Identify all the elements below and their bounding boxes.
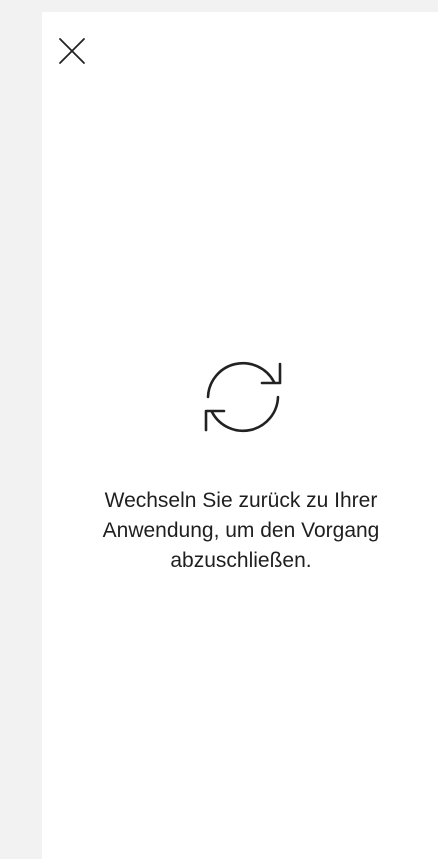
sync-arrows-icon [204,361,282,433]
redirect-message: Wechseln Sie zurück zu Ihrer Anwendung, … [102,489,380,572]
close-button[interactable] [55,34,89,68]
close-icon [59,38,85,64]
app-screen: Wechseln Sie zurück zu Ihrer Anwendung, … [0,0,438,859]
